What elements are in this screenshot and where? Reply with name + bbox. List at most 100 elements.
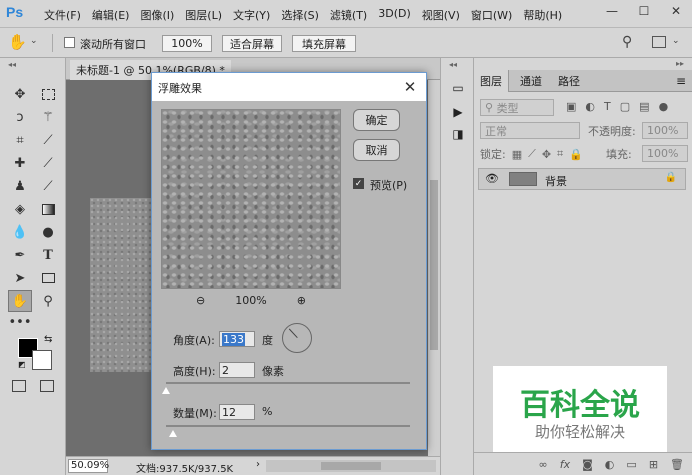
- fill-screen-button[interactable]: 填充屏幕: [292, 35, 356, 52]
- menu-layer[interactable]: 图层(L): [185, 7, 222, 23]
- zoom-tool-icon[interactable]: ⚲: [38, 291, 58, 311]
- panel-menu-icon[interactable]: ≡: [676, 74, 686, 88]
- menu-file[interactable]: 文件(F): [44, 7, 81, 23]
- type-tool-icon[interactable]: T: [38, 245, 58, 265]
- filter-smart-object-icon[interactable]: ▤: [639, 100, 649, 113]
- gradient-tool-icon[interactable]: [38, 199, 58, 219]
- marquee-tool-icon[interactable]: [38, 84, 58, 104]
- filter-preview[interactable]: [161, 109, 341, 289]
- search-icon[interactable]: ⚲: [622, 34, 632, 50]
- path-selection-icon[interactable]: ➤: [10, 268, 30, 288]
- workspace-chevron-icon[interactable]: ⌄: [672, 36, 680, 46]
- link-layers-icon[interactable]: ∞: [539, 458, 548, 471]
- quick-mask-icon[interactable]: [12, 380, 26, 392]
- angle-dial[interactable]: [282, 323, 312, 353]
- status-menu-chevron-icon[interactable]: ›: [256, 459, 260, 470]
- default-colors-icon[interactable]: ◩: [18, 360, 26, 369]
- menu-select[interactable]: 选择(S): [281, 7, 319, 23]
- tab-channels[interactable]: 通道: [514, 70, 548, 92]
- menu-view[interactable]: 视图(V): [422, 7, 460, 23]
- menu-edit[interactable]: 编辑(E): [92, 7, 130, 23]
- new-group-icon[interactable]: ▭: [626, 458, 636, 471]
- zoom-in-icon[interactable]: ⊕: [297, 294, 306, 307]
- zoom-level-field[interactable]: 50.09%: [68, 459, 109, 473]
- trash-icon[interactable]: 🗑: [670, 458, 684, 471]
- hand-tool-icon[interactable]: ✋: [8, 33, 27, 51]
- actions-play-icon[interactable]: ▶: [450, 104, 466, 120]
- amount-slider-track[interactable]: [166, 425, 410, 427]
- maximize-icon[interactable]: ☐: [628, 0, 660, 22]
- clone-stamp-icon[interactable]: ♟: [10, 176, 30, 196]
- lock-pixels-icon[interactable]: ▦: [512, 148, 522, 161]
- background-color-swatch[interactable]: [32, 350, 52, 370]
- eye-icon[interactable]: 👁: [485, 172, 499, 185]
- angle-input[interactable]: 133: [219, 331, 255, 347]
- history-brush-icon[interactable]: ⟋: [38, 176, 58, 196]
- zoom-100-button[interactable]: 100%: [162, 35, 212, 52]
- height-slider-track[interactable]: [166, 382, 410, 384]
- zoom-out-icon[interactable]: ⊖: [196, 294, 205, 307]
- minimize-icon[interactable]: —: [596, 0, 628, 22]
- height-input[interactable]: 2: [219, 362, 255, 378]
- horizontal-scrollbar-thumb[interactable]: [321, 462, 381, 470]
- lock-artboard-icon[interactable]: ⌗: [557, 147, 563, 161]
- panel-collapse-icon[interactable]: ▸▸: [676, 59, 684, 68]
- layer-row[interactable]: 👁 背景 🔒: [478, 168, 686, 190]
- menu-3d[interactable]: 3D(D): [378, 7, 411, 23]
- vertical-scrollbar[interactable]: [428, 80, 440, 456]
- layer-name[interactable]: 背景: [545, 173, 567, 189]
- menu-image[interactable]: 图像(I): [140, 7, 174, 23]
- workspace-icon[interactable]: [652, 36, 666, 48]
- document-size[interactable]: 文档:937.5K/937.5K: [136, 460, 233, 475]
- pen-tool-icon[interactable]: ✒: [10, 245, 30, 265]
- rectangle-tool-icon[interactable]: [38, 268, 58, 288]
- blur-tool-icon[interactable]: 💧: [10, 222, 30, 242]
- screen-mode-icon[interactable]: [40, 380, 54, 392]
- collapse-icon[interactable]: ◂◂: [8, 60, 16, 69]
- cancel-button[interactable]: 取消: [353, 139, 400, 161]
- filter-adjustment-icon[interactable]: ◐: [585, 100, 595, 113]
- lock-position-icon[interactable]: ✥: [542, 148, 551, 161]
- opacity-field[interactable]: 100%: [642, 122, 688, 139]
- document-image[interactable]: [90, 198, 152, 372]
- menu-type[interactable]: 文字(Y): [233, 7, 270, 23]
- lasso-tool-icon[interactable]: ↄ: [10, 107, 30, 127]
- filter-pixel-icon[interactable]: ▣: [566, 100, 576, 113]
- dodge-tool-icon[interactable]: ●: [38, 222, 58, 242]
- filter-type-icon[interactable]: T: [604, 100, 611, 113]
- 3d-panel-icon[interactable]: ◨: [450, 126, 466, 142]
- height-slider-knob[interactable]: [162, 387, 170, 394]
- swap-colors-icon[interactable]: ⇆: [44, 334, 52, 345]
- hand-tool-active-icon[interactable]: ✋: [8, 290, 32, 312]
- amount-input[interactable]: 12: [219, 404, 255, 420]
- lock-all-icon[interactable]: 🔒: [569, 148, 583, 161]
- menu-help[interactable]: 帮助(H): [523, 7, 562, 23]
- menu-filter[interactable]: 滤镜(T): [330, 7, 367, 23]
- filter-toggle-icon[interactable]: ●: [659, 100, 669, 113]
- tab-layers[interactable]: 图层: [474, 70, 509, 92]
- preview-checkbox[interactable]: ✓: [353, 178, 364, 189]
- brush-tool-icon[interactable]: ⟋: [38, 153, 58, 173]
- scroll-all-checkbox[interactable]: [64, 37, 75, 48]
- expand-icon[interactable]: ◂◂: [449, 60, 457, 69]
- history-panel-icon[interactable]: ▭: [450, 80, 466, 96]
- more-tools-icon[interactable]: •••: [9, 312, 32, 332]
- fill-field[interactable]: 100%: [642, 145, 688, 162]
- dialog-close-icon[interactable]: ✕: [400, 77, 420, 97]
- lock-brush-icon[interactable]: ⟋: [528, 147, 536, 161]
- add-mask-icon[interactable]: ◙: [582, 458, 593, 471]
- fx-icon[interactable]: fx: [560, 458, 570, 471]
- menu-window[interactable]: 窗口(W): [471, 7, 512, 23]
- ok-button[interactable]: 确定: [353, 109, 400, 131]
- kind-filter-select[interactable]: ⚲ 类型: [480, 99, 554, 116]
- eraser-tool-icon[interactable]: ◈: [10, 199, 30, 219]
- crop-tool-icon[interactable]: ⌗: [10, 130, 30, 150]
- vertical-scrollbar-thumb[interactable]: [430, 180, 438, 350]
- new-layer-icon[interactable]: ⊞: [649, 458, 658, 471]
- move-tool-icon[interactable]: ✥: [10, 84, 30, 104]
- dialog-titlebar[interactable]: 浮雕效果 ✕: [152, 73, 426, 101]
- adjustment-layer-icon[interactable]: ◐: [605, 458, 615, 471]
- tab-paths[interactable]: 路径: [552, 70, 586, 92]
- close-icon[interactable]: ✕: [660, 0, 692, 22]
- healing-brush-icon[interactable]: ✚: [10, 153, 30, 173]
